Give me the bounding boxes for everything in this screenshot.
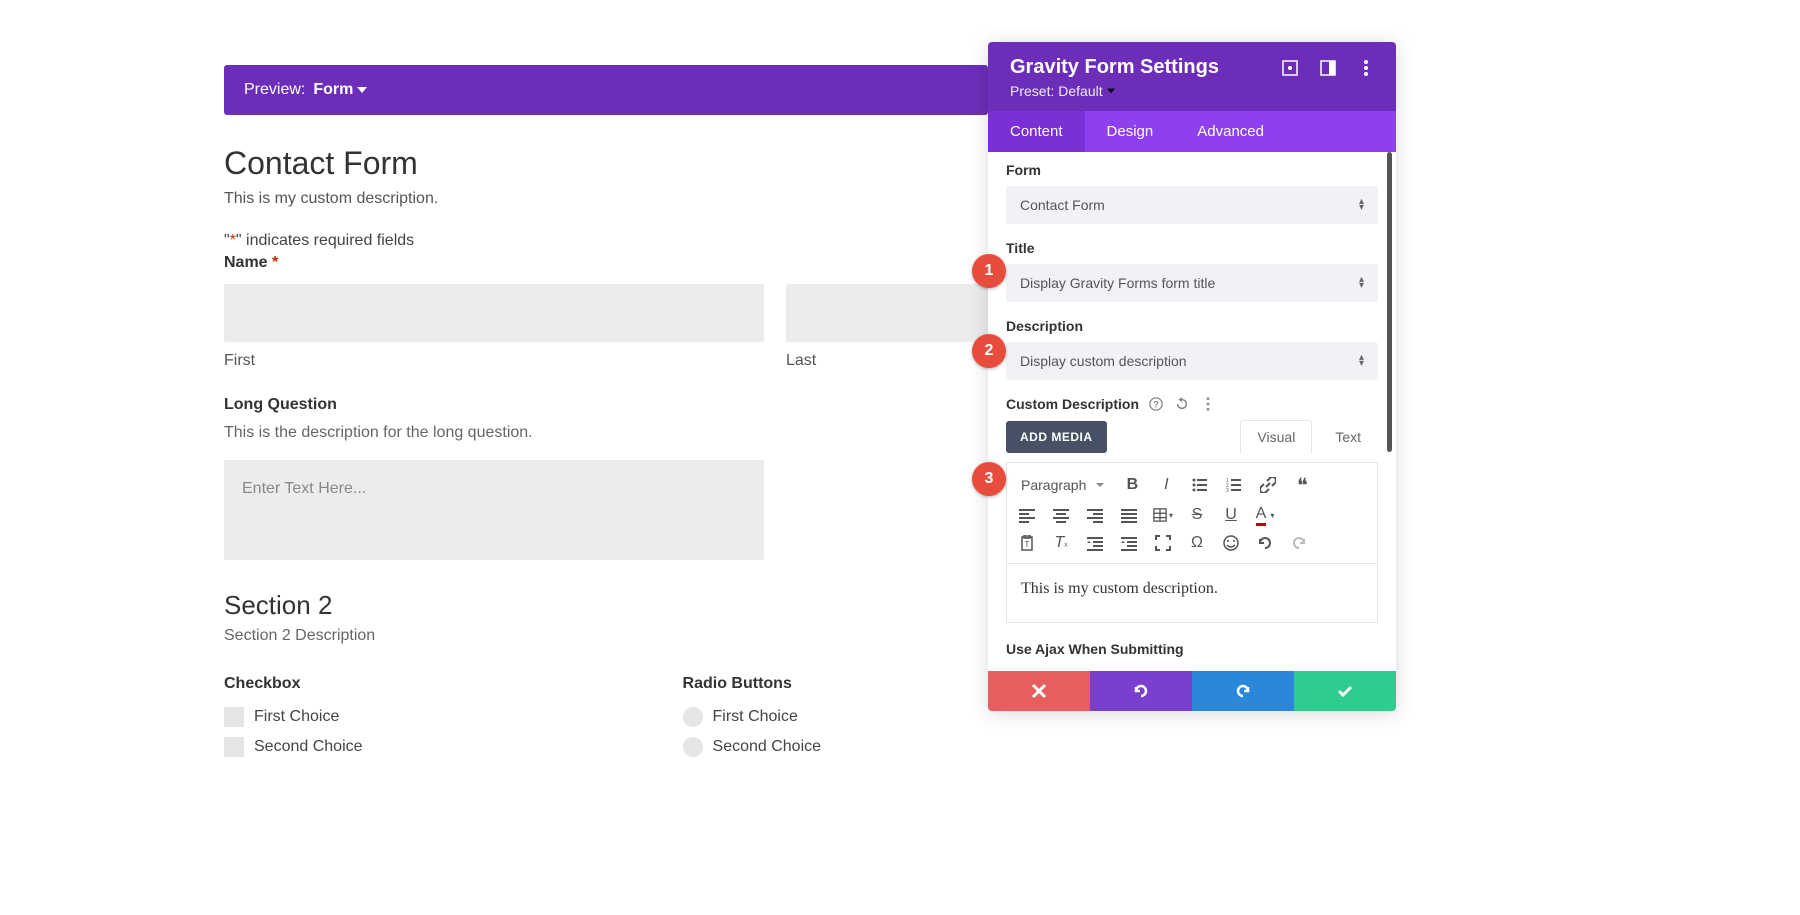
reset-icon[interactable] (1175, 397, 1189, 411)
settings-footer (988, 671, 1396, 711)
preset-selector[interactable]: Preset: Default (1010, 83, 1282, 99)
settings-header: Gravity Form Settings Preset: Default (988, 42, 1396, 111)
form-select-label: Form (1006, 162, 1378, 178)
custom-description-label: Custom Description ? (1006, 396, 1378, 412)
preview-bar: Preview: Form (224, 65, 988, 115)
text-tab[interactable]: Text (1318, 420, 1378, 454)
align-right-icon[interactable] (1085, 505, 1105, 525)
select-arrows-icon: ▴▾ (1359, 199, 1364, 211)
preview-label: Preview: (244, 81, 305, 99)
description-select[interactable]: Display custom description ▴▾ (1006, 342, 1378, 380)
settings-tabs: Content Design Advanced (988, 111, 1396, 152)
editor-toolbar: Paragraph B I 123 ❝ ▾ S U A▾ (1006, 462, 1378, 563)
text-color-icon[interactable]: A▾ (1255, 505, 1275, 525)
special-char-icon[interactable]: Ω (1187, 533, 1207, 553)
strikethrough-icon[interactable]: S (1187, 505, 1207, 525)
first-sublabel: First (224, 352, 764, 370)
dock-icon[interactable] (1320, 60, 1336, 76)
ajax-label: Use Ajax When Submitting (1006, 641, 1378, 657)
add-media-button[interactable]: ADD MEDIA (1006, 421, 1107, 453)
settings-title: Gravity Form Settings (1010, 56, 1282, 79)
form-select[interactable]: Contact Form ▴▾ (1006, 186, 1378, 224)
radio-icon (683, 707, 703, 727)
tab-content[interactable]: Content (988, 111, 1085, 152)
checkbox-group: Checkbox First Choice Second Choice (224, 675, 363, 767)
title-select[interactable]: Display Gravity Forms form title ▴▾ (1006, 264, 1378, 302)
emoji-icon[interactable] (1221, 533, 1241, 553)
radio-label: Radio Buttons (683, 675, 822, 693)
bold-icon[interactable]: B (1122, 475, 1142, 495)
more-icon[interactable] (1358, 60, 1374, 76)
paste-icon[interactable]: T (1017, 533, 1037, 553)
description-select-label: Description (1006, 318, 1378, 334)
radio-item[interactable]: First Choice (683, 707, 822, 727)
justify-icon[interactable] (1119, 505, 1139, 525)
link-icon[interactable] (1258, 475, 1278, 495)
underline-icon[interactable]: U (1221, 505, 1241, 525)
save-button[interactable] (1294, 671, 1396, 711)
annotation-badge-1: 1 (972, 254, 1006, 288)
align-left-icon[interactable] (1017, 505, 1037, 525)
align-center-icon[interactable] (1051, 505, 1071, 525)
quote-icon[interactable]: ❝ (1292, 475, 1312, 495)
italic-icon[interactable]: I (1156, 475, 1176, 495)
tab-design[interactable]: Design (1085, 111, 1176, 152)
settings-panel: Gravity Form Settings Preset: Default Co… (988, 42, 1396, 711)
bullet-list-icon[interactable] (1190, 475, 1210, 495)
indent-icon[interactable] (1119, 533, 1139, 553)
checkbox-icon (224, 707, 244, 727)
svg-text:T: T (1025, 540, 1030, 549)
checkbox-icon (224, 737, 244, 757)
checkbox-item[interactable]: First Choice (224, 707, 363, 727)
fullscreen-icon[interactable] (1153, 533, 1173, 553)
expand-icon[interactable] (1282, 60, 1298, 76)
settings-body: Form Contact Form ▴▾ Title Display Gravi… (988, 152, 1396, 657)
visual-tab[interactable]: Visual (1240, 420, 1312, 454)
long-question-textarea[interactable]: Enter Text Here... (224, 460, 764, 560)
checkbox-label: Checkbox (224, 675, 363, 693)
checkbox-item[interactable]: Second Choice (224, 737, 363, 757)
annotation-badge-3: 3 (972, 462, 1006, 496)
more-icon[interactable] (1201, 397, 1215, 411)
first-name-input[interactable] (224, 284, 764, 342)
caret-down-icon (1107, 87, 1115, 95)
title-select-label: Title (1006, 240, 1378, 256)
svg-text:3: 3 (1226, 488, 1229, 493)
redo-button[interactable] (1192, 671, 1294, 711)
caret-down-icon[interactable] (357, 85, 367, 95)
help-icon[interactable]: ? (1149, 397, 1163, 411)
svg-text:?: ? (1153, 400, 1158, 410)
select-arrows-icon: ▴▾ (1359, 277, 1364, 289)
radio-item[interactable]: Second Choice (683, 737, 822, 757)
tab-advanced[interactable]: Advanced (1175, 111, 1286, 152)
preview-value[interactable]: Form (313, 81, 353, 99)
annotation-badge-2: 2 (972, 334, 1006, 368)
radio-icon (683, 737, 703, 757)
select-arrows-icon: ▴▾ (1359, 355, 1364, 367)
undo-icon[interactable] (1255, 533, 1275, 553)
scrollbar[interactable] (1387, 152, 1392, 452)
clear-format-icon[interactable]: Tₓ (1051, 533, 1071, 553)
format-select[interactable]: Paragraph (1017, 473, 1108, 497)
radio-group: Radio Buttons First Choice Second Choice (683, 675, 822, 767)
numbered-list-icon[interactable]: 123 (1224, 475, 1244, 495)
table-icon[interactable]: ▾ (1153, 505, 1173, 525)
editor-content[interactable]: This is my custom description. (1006, 563, 1378, 623)
undo-button[interactable] (1090, 671, 1192, 711)
outdent-icon[interactable] (1085, 533, 1105, 553)
cancel-button[interactable] (988, 671, 1090, 711)
redo-icon[interactable] (1289, 533, 1309, 553)
